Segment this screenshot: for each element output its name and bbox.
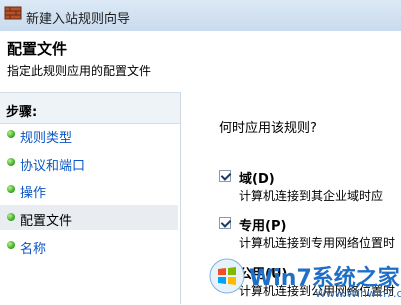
step-profile[interactable]: 配置文件 [0, 205, 178, 230]
step-rule-type[interactable]: 规则类型 [0, 122, 178, 147]
domain-checkbox[interactable] [219, 170, 231, 182]
step-bullet-icon [7, 130, 15, 138]
step-bullet-icon [7, 185, 15, 193]
domain-description: 计算机连接到其企业域时应 [239, 189, 384, 203]
private-checkbox[interactable] [219, 217, 231, 229]
public-checkbox[interactable] [219, 265, 231, 277]
public-description: 计算机连接到公用网络位置时 [239, 284, 396, 298]
step-bullet-icon [7, 213, 15, 221]
steps-label: 步骤: [6, 105, 38, 120]
public-label[interactable]: 公用(U) [239, 263, 287, 282]
private-label[interactable]: 专用(P) [239, 215, 286, 234]
domain-label[interactable]: 域(D) [239, 168, 275, 187]
window-title: 新建入站规则向导 [26, 12, 131, 27]
steps-header: 步骤: [0, 93, 180, 124]
step-bullet-icon [7, 158, 15, 166]
step-label: 配置文件 [20, 214, 73, 229]
step-label: 操作 [20, 186, 47, 201]
question-text: 何时应用该规则? [219, 121, 317, 136]
step-action[interactable]: 操作 [0, 177, 178, 202]
title-bar: 新建入站规则向导 [0, 0, 401, 32]
step-label: 协议和端口 [20, 159, 86, 174]
step-protocol-port[interactable]: 协议和端口 [0, 150, 178, 175]
step-bullet-icon [7, 241, 15, 249]
private-description: 计算机连接到专用网络位置时 [239, 236, 396, 250]
step-name[interactable]: 名称 [0, 233, 178, 258]
step-label: 名称 [20, 242, 47, 257]
steps-panel: 步骤: 规则类型 协议和端口 操作 配置文件 名称 [0, 92, 180, 305]
page-description: 指定此规则应用的配置文件 [7, 64, 152, 78]
firewall-icon [4, 6, 22, 20]
step-label: 规则类型 [20, 131, 73, 146]
page-title: 配置文件 [7, 40, 68, 58]
